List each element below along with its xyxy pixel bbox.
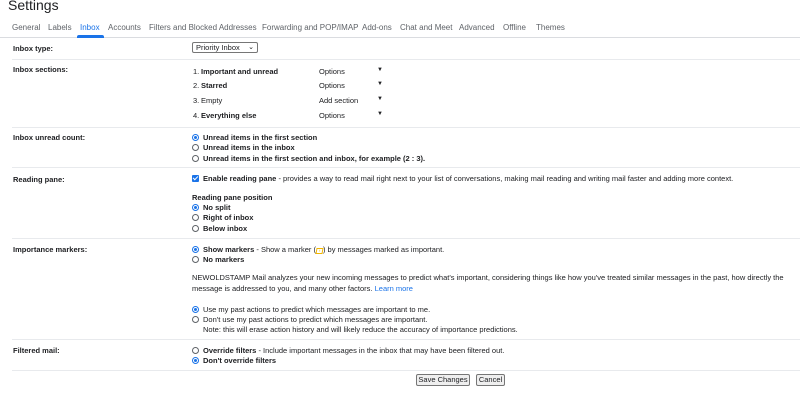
section-options-label: Options <box>319 67 345 76</box>
importance-markers-label: Importance markers: <box>13 245 88 254</box>
caret-down-icon: ▼ <box>377 111 383 117</box>
chevron-down-icon: ⌄ <box>248 44 254 51</box>
radio-right-of-inbox[interactable] <box>192 214 199 221</box>
option-label: Unread items in the inbox <box>203 143 295 152</box>
active-tab-indicator <box>77 35 104 38</box>
add-section-dropdown[interactable]: Add section ▼ <box>319 96 383 105</box>
section-name: Important and unread <box>201 67 279 76</box>
radio-use-past-actions[interactable] <box>192 306 199 313</box>
reading-pane-label: Reading pane: <box>13 175 65 184</box>
radio-no-markers[interactable] <box>192 256 199 263</box>
tab-general[interactable]: General <box>12 23 40 32</box>
tab-advanced[interactable]: Advanced <box>459 23 495 32</box>
show-markers-bold: Show markers <box>203 245 255 254</box>
save-changes-button[interactable]: Save Changes <box>416 374 470 386</box>
inbox-type-select[interactable]: Priority Inbox ⌄ <box>192 42 258 53</box>
section-number: 4. <box>193 111 200 120</box>
show-markers-text: Show markers - Show a marker (›) by mess… <box>203 245 444 254</box>
override-filters-bold: Override filters <box>203 346 257 355</box>
importance-info-text: message is addressed to you, and many ot… <box>192 284 373 293</box>
divider <box>12 339 800 340</box>
override-filters-desc: - Include important messages in the inbo… <box>256 346 505 355</box>
option-label: Right of inbox <box>203 213 254 222</box>
option-label: Use my past actions to predict which mes… <box>203 305 431 314</box>
tab-accounts[interactable]: Accounts <box>108 23 141 32</box>
tab-labels[interactable]: Labels <box>48 23 72 32</box>
caret-down-icon: ▼ <box>377 67 383 73</box>
radio-no-split[interactable] <box>192 204 199 211</box>
divider <box>12 238 800 239</box>
importance-info-line1: NEWOLDSTAMP Mail analyzes your new incom… <box>192 273 784 282</box>
radio-unread-inbox[interactable] <box>192 144 199 151</box>
section-name: Starred <box>201 81 228 90</box>
option-label: Unread items in the first section and in… <box>203 154 426 163</box>
inbox-type-label: Inbox type: <box>13 44 54 53</box>
divider <box>12 127 800 128</box>
divider <box>12 167 800 168</box>
importance-marker-icon: › <box>315 248 324 254</box>
section-options-label: Options <box>319 111 345 120</box>
section-options-dropdown[interactable]: Options ▼ <box>319 67 383 76</box>
radio-dont-use-past-actions[interactable] <box>192 316 199 323</box>
option-label: No markers <box>203 255 245 264</box>
caret-down-icon: ▼ <box>377 96 383 102</box>
section-options-dropdown[interactable]: Options ▼ <box>319 81 383 90</box>
override-filters-text: Override filters - Include important mes… <box>203 346 504 355</box>
reading-pane-position-label: Reading pane position <box>192 193 273 202</box>
section-options-label: Options <box>319 81 345 90</box>
radio-show-markers[interactable] <box>192 246 199 253</box>
radio-dont-override-filters[interactable] <box>192 357 199 364</box>
enable-reading-pane-bold: Enable reading pane <box>203 174 277 183</box>
filtered-mail-label: Filtered mail: <box>13 346 60 355</box>
add-section-label: Add section <box>319 96 359 105</box>
option-label: No split <box>203 203 231 212</box>
radio-unread-first-and-inbox[interactable] <box>192 155 199 162</box>
tab-chat-meet[interactable]: Chat and Meet <box>400 23 452 32</box>
inbox-sections-label: Inbox sections: <box>13 65 69 74</box>
inbox-type-value: Priority Inbox <box>196 43 240 52</box>
section-number: 2. <box>193 81 200 90</box>
page-title: Settings <box>8 0 59 13</box>
tab-addons[interactable]: Add-ons <box>362 23 392 32</box>
tab-forwarding[interactable]: Forwarding and POP/IMAP <box>262 23 358 32</box>
radio-override-filters[interactable] <box>192 347 199 354</box>
section-options-dropdown[interactable]: Options ▼ <box>319 111 383 120</box>
divider <box>12 59 800 60</box>
enable-reading-pane-desc: - provides a way to read mail right next… <box>276 174 734 183</box>
tab-filters[interactable]: Filters and Blocked Addresses <box>149 23 257 32</box>
divider <box>12 370 800 371</box>
tab-themes[interactable]: Themes <box>536 23 565 32</box>
caret-down-icon: ▼ <box>377 81 383 87</box>
tab-inbox[interactable]: Inbox <box>80 23 100 32</box>
dont-use-note: Note: this will erase action history and… <box>203 325 518 334</box>
section-number: 3. <box>193 96 200 105</box>
section-name: Empty <box>201 96 223 105</box>
option-label: Don't override filters <box>203 356 277 365</box>
section-number: 1. <box>193 67 200 76</box>
enable-reading-pane-text: Enable reading pane - provides a way to … <box>203 174 733 183</box>
tab-offline[interactable]: Offline <box>503 23 526 32</box>
option-label: Unread items in the first section <box>203 133 318 142</box>
show-markers-desc-b: ) by messages marked as important. <box>322 245 445 254</box>
show-markers-desc-a: - Show a marker ( <box>254 245 316 254</box>
radio-below-inbox[interactable] <box>192 225 199 232</box>
enable-reading-pane-checkbox[interactable] <box>192 175 199 182</box>
option-label: Below inbox <box>203 224 248 233</box>
learn-more-link[interactable]: Learn more <box>375 284 413 293</box>
option-label: Don't use my past actions to predict whi… <box>203 315 428 324</box>
importance-info-line2: message is addressed to you, and many ot… <box>192 284 413 293</box>
cancel-button[interactable]: Cancel <box>476 374 505 386</box>
settings-tabs: General Labels Inbox Accounts Filters an… <box>0 18 800 38</box>
section-name: Everything else <box>201 111 257 120</box>
unread-count-label: Inbox unread count: <box>13 133 86 142</box>
radio-unread-first-section[interactable] <box>192 134 199 141</box>
